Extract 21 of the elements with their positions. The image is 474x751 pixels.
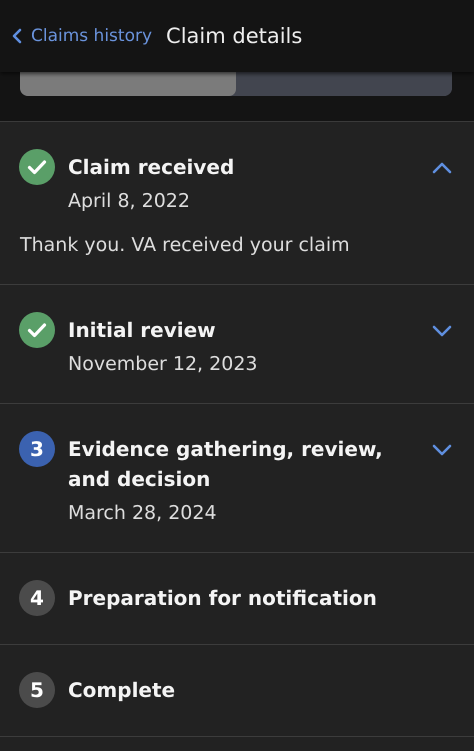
chevron-up-icon[interactable] [432,162,452,174]
page-title: Claim details [166,24,302,48]
step-date: April 8, 2022 [68,190,191,212]
chevron-down-icon[interactable] [432,444,452,456]
step-number: 3 [19,431,55,467]
check-circle-icon [19,312,55,348]
segment-tab[interactable] [20,72,236,96]
step-title: Evidence gathering, review, and decision [68,436,384,493]
step-description: Thank you. VA received your claim [19,234,351,256]
step-title: Claim received [68,154,236,181]
step-title: Complete [68,677,176,704]
step-number: 5 [19,672,55,708]
step-date: March 28, 2024 [68,502,218,524]
step-title: Initial review [68,317,217,344]
step-date: November 12, 2023 [68,353,258,375]
back-icon [12,28,22,44]
step-number: 4 [19,580,55,616]
check-circle-icon [19,149,55,185]
step-title: Preparation for notification [68,585,378,612]
chevron-down-icon[interactable] [432,325,452,337]
back-link[interactable]: Claims history [12,26,152,46]
